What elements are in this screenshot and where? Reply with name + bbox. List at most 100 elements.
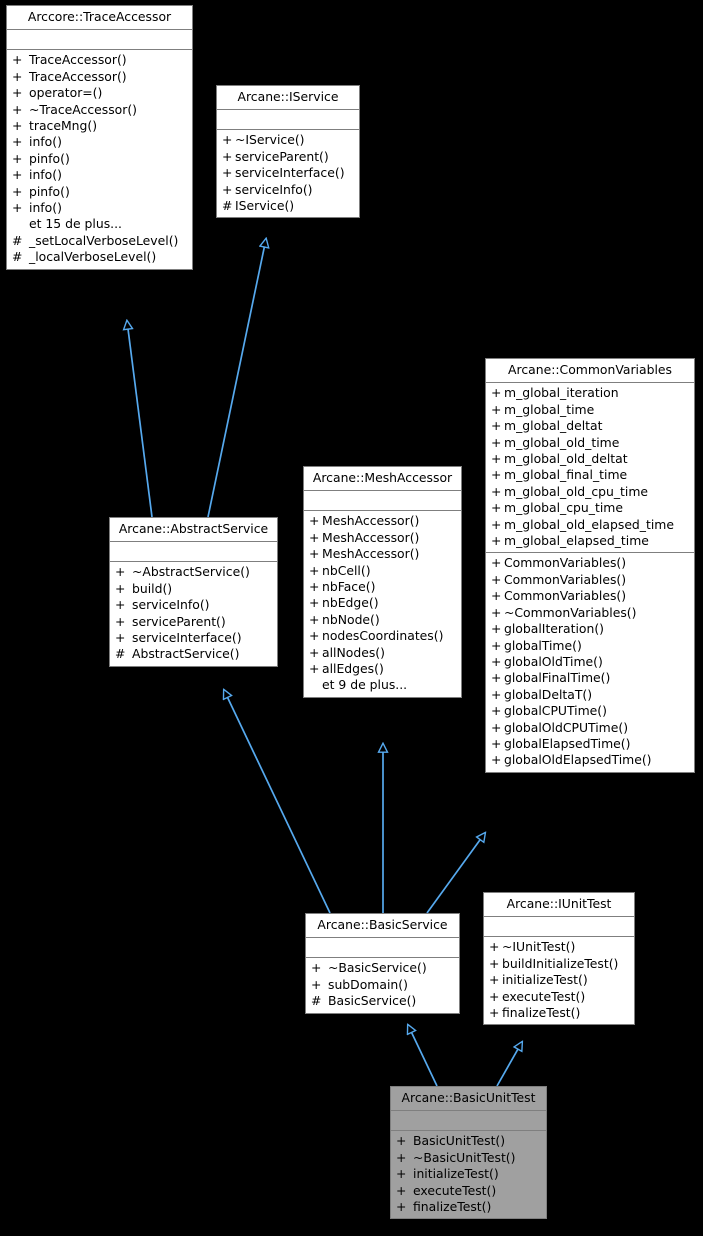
class-attributes-section <box>484 917 634 938</box>
class-node-iservice[interactable]: Arcane::IService + ~IService() + servicePa… <box>216 85 360 219</box>
class-member: + ~TraceAccessor() <box>7 102 192 118</box>
class-member: + serviceInterface() <box>217 165 359 181</box>
class-title: Arcane::AbstractService <box>110 518 277 543</box>
class-member: + allEdges() <box>304 661 461 677</box>
class-member: + info() <box>7 134 192 150</box>
class-member: + ~BasicService() <box>306 960 459 976</box>
member-name: ~IUnitTest() <box>502 939 576 955</box>
member-name: ~IService() <box>235 132 305 148</box>
visibility-marker: + <box>12 200 23 216</box>
visibility-marker: + <box>311 976 322 992</box>
member-name: globalCPUTime() <box>504 703 607 719</box>
class-node-basic-unit-test[interactable]: Arcane::BasicUnitTest + BasicUnitTest() +… <box>390 1086 547 1220</box>
class-node-abstract-service[interactable]: Arcane::AbstractService + ~AbstractServic… <box>109 517 278 667</box>
class-member: + executeTest() <box>484 989 634 1005</box>
member-name: subDomain() <box>328 976 408 992</box>
class-member: # _setLocalVerboseLevel() <box>7 233 192 249</box>
member-name: m_global_cpu_time <box>504 500 623 516</box>
member-name: initializeTest() <box>413 1166 499 1182</box>
member-name: CommonVariables() <box>504 555 627 571</box>
class-node-iunittest[interactable]: Arcane::IUnitTest + ~IUnitTest() + buildIn… <box>483 892 635 1026</box>
class-node-basic-service[interactable]: Arcane::BasicService + ~BasicService() + s… <box>305 913 460 1014</box>
member-name: pinfo() <box>29 150 70 166</box>
class-attributes-section: + m_global_iteration + m_global_time + m_gl… <box>486 383 694 554</box>
member-name: m_global_iteration <box>504 385 619 401</box>
edge-abstract-service-to-trace-accessor <box>127 321 153 518</box>
visibility-marker: + <box>12 134 23 150</box>
class-title: Arcane::IService <box>217 86 359 111</box>
member-name: TraceAccessor() <box>29 68 127 84</box>
member-name: executeTest() <box>413 1182 497 1198</box>
visibility-marker: + <box>222 181 233 197</box>
edge-basic-service-to-abstract-service <box>224 690 331 914</box>
class-member: # BasicService() <box>306 993 459 1009</box>
visibility-marker: + <box>491 735 502 751</box>
class-title: Arccore::TraceAccessor <box>7 6 192 31</box>
class-member: + globalCPUTime() <box>486 703 694 719</box>
class-member: + subDomain() <box>306 977 459 993</box>
class-member: + nbCell() <box>304 563 461 579</box>
class-member: + info() <box>7 167 192 183</box>
class-operations-section: + ~IService() + serviceParent() + serviceIn… <box>217 130 359 218</box>
member-name: m_global_final_time <box>504 467 628 483</box>
member-name: serviceInterface() <box>235 165 345 181</box>
class-member: + finalizeTest() <box>391 1199 546 1215</box>
visibility-marker: + <box>309 529 320 545</box>
member-name: serviceInfo() <box>132 597 210 613</box>
class-member: + m_global_final_time <box>486 467 694 483</box>
class-member: + allNodes() <box>304 645 461 661</box>
visibility-marker: + <box>491 604 502 620</box>
visibility-marker: + <box>491 418 502 434</box>
visibility-marker: + <box>115 597 126 613</box>
member-name: ~BasicUnitTest() <box>413 1149 516 1165</box>
member-name: IService() <box>235 198 295 214</box>
class-node-common-variables[interactable]: Arcane::CommonVariables + m_global_iterat… <box>485 358 695 773</box>
class-member: + serviceInfo() <box>217 182 359 198</box>
class-member: + nbNode() <box>304 612 461 628</box>
class-attributes-section <box>217 110 359 131</box>
class-operations-section: + CommonVariables() + CommonVariables() + C… <box>486 553 694 772</box>
member-name: m_global_old_deltat <box>504 451 628 467</box>
member-name: MeshAccessor() <box>322 529 420 545</box>
class-operations-section: + MeshAccessor() + MeshAccessor() + MeshAcc… <box>304 511 461 697</box>
class-member: # _localVerboseLevel() <box>7 249 192 265</box>
class-operations-section: + ~IUnitTest() + buildInitializeTest() + in… <box>484 937 634 1025</box>
visibility-marker: + <box>491 385 502 401</box>
visibility-marker: + <box>222 165 233 181</box>
class-node-trace-accessor[interactable]: Arccore::TraceAccessor + TraceAccessor() … <box>6 5 193 270</box>
class-member: + operator=() <box>7 85 192 101</box>
visibility-marker: + <box>396 1182 407 1198</box>
member-name: nbCell() <box>322 562 371 578</box>
visibility-marker: + <box>491 686 502 702</box>
visibility-marker: + <box>491 653 502 669</box>
visibility-marker: + <box>491 670 502 686</box>
class-member: + m_global_time <box>486 402 694 418</box>
class-attributes-section <box>110 542 277 563</box>
member-name: ~TraceAccessor() <box>29 101 138 117</box>
member-name: nbFace() <box>322 579 376 595</box>
class-member: + CommonVariables() <box>486 555 694 571</box>
class-member: + pinfo() <box>7 151 192 167</box>
member-name: m_global_old_time <box>504 434 620 450</box>
member-name: finalizeTest() <box>413 1199 492 1215</box>
member-name: TraceAccessor() <box>29 52 127 68</box>
member-name: globalTime() <box>504 637 582 653</box>
visibility-marker: + <box>115 613 126 629</box>
member-name: allNodes() <box>322 644 385 660</box>
class-member: + ~IUnitTest() <box>484 939 634 955</box>
member-name: globalFinalTime() <box>504 670 611 686</box>
class-node-mesh-accessor[interactable]: Arcane::MeshAccessor + MeshAccessor() + Me… <box>303 466 462 698</box>
class-member: + build() <box>110 581 277 597</box>
edge-basic-unit-test-to-iunittest <box>496 1042 522 1087</box>
class-title: Arcane::BasicUnitTest <box>391 1087 546 1112</box>
visibility-marker: + <box>489 972 500 988</box>
class-member: + ~IService() <box>217 132 359 148</box>
class-member: + finalizeTest() <box>484 1005 634 1021</box>
visibility-marker: # <box>311 993 322 1009</box>
member-name: m_global_old_cpu_time <box>504 483 649 499</box>
member-name: globalElapsedTime() <box>504 735 631 751</box>
visibility-marker: + <box>12 85 23 101</box>
class-member: + pinfo() <box>7 184 192 200</box>
class-member: + ~AbstractService() <box>110 564 277 580</box>
visibility-marker: + <box>115 630 126 646</box>
